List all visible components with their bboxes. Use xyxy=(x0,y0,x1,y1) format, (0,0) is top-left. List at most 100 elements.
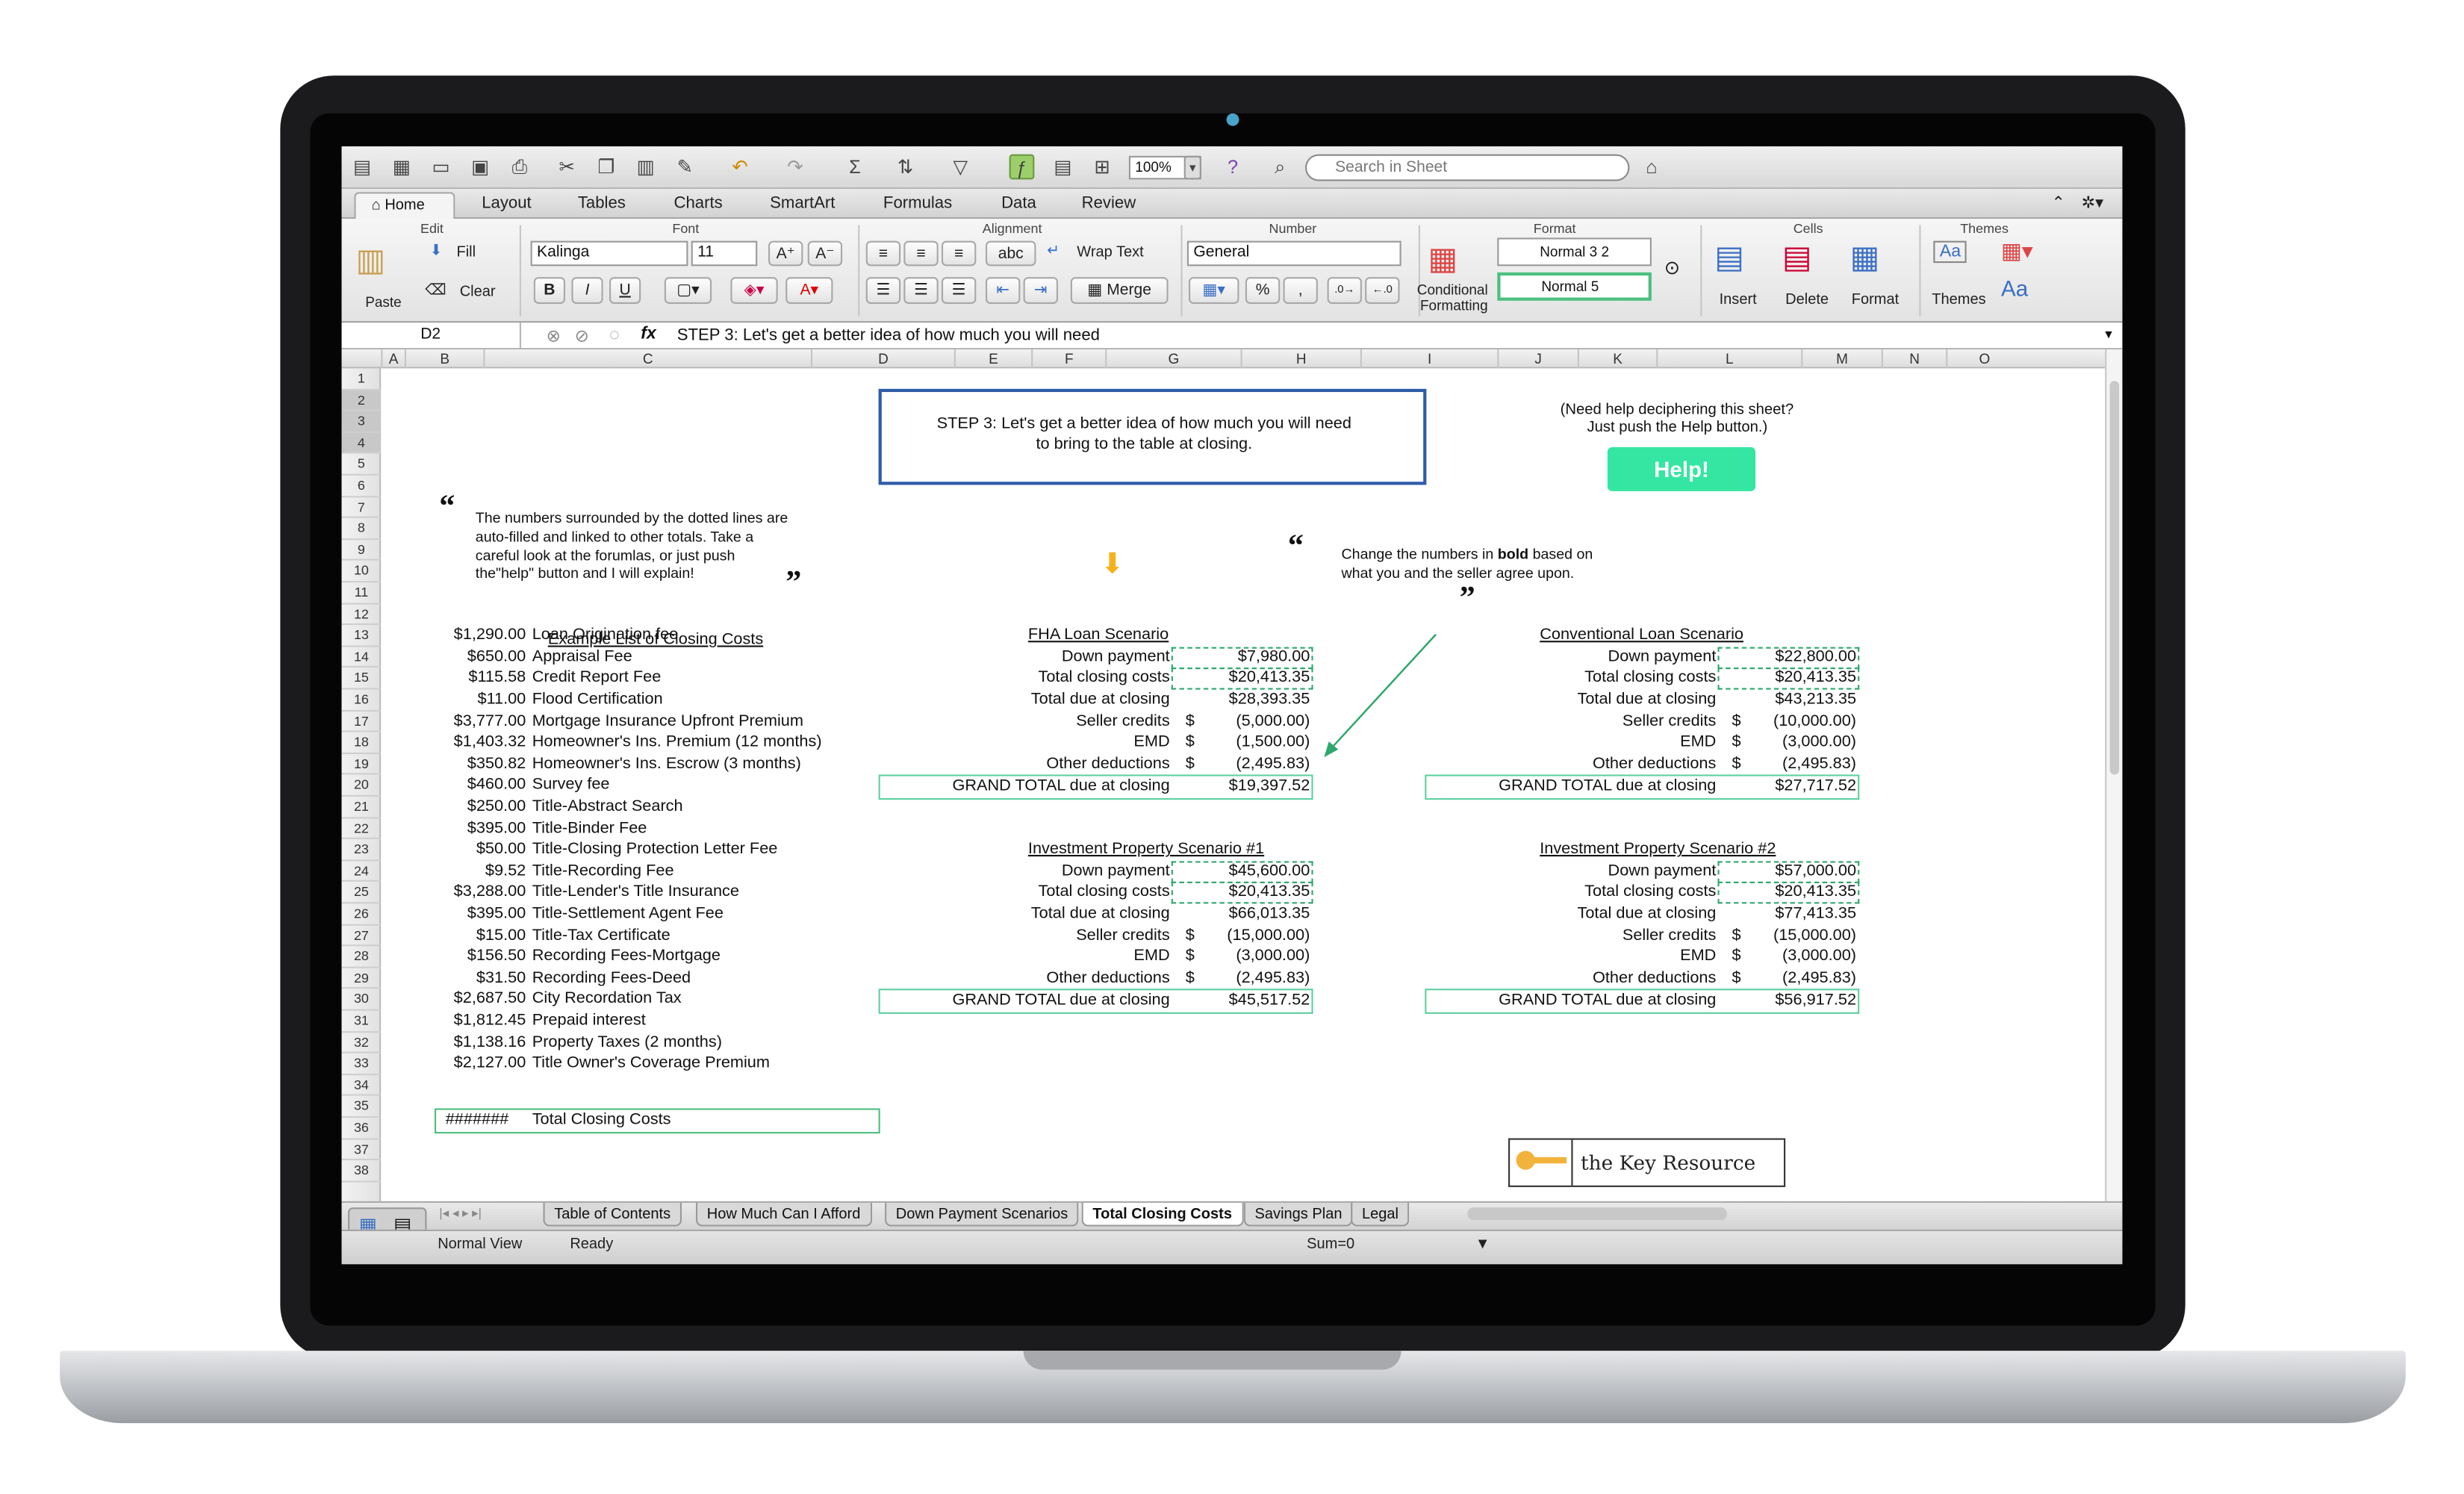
row-34[interactable]: 34 xyxy=(341,1075,382,1097)
row-7[interactable]: 7 xyxy=(341,497,382,519)
increase-indent-icon[interactable]: ⇥ xyxy=(1023,277,1058,304)
save-icon[interactable]: ▣ xyxy=(467,155,493,180)
tab-layout[interactable]: Layout xyxy=(482,193,531,212)
style-normal-5[interactable]: Normal 5 xyxy=(1497,272,1652,301)
row-23[interactable]: 23 xyxy=(341,839,382,861)
horizontal-scrollbar[interactable] xyxy=(1467,1207,1728,1221)
scenario-other-value[interactable]: (2,495.83) xyxy=(1175,969,1310,986)
sheet-tab[interactable]: How Much Can I Afford xyxy=(696,1202,872,1227)
zoom-dropdown-icon[interactable]: ▾ xyxy=(1183,155,1201,180)
column-E[interactable]: E xyxy=(953,349,1031,369)
styles-next-icon[interactable]: ⊙ xyxy=(1664,257,1680,279)
row-10[interactable]: 10 xyxy=(341,561,382,583)
orientation-button[interactable]: abc xyxy=(985,240,1036,267)
row-29[interactable]: 29 xyxy=(341,968,382,990)
linked-cell-down[interactable] xyxy=(1717,647,1860,669)
toolbox-icon[interactable]: ⊞ xyxy=(1089,155,1115,180)
conditional-formatting-line2[interactable]: Formatting xyxy=(1420,298,1488,314)
row-18[interactable]: 18 xyxy=(341,732,382,754)
insert-button[interactable]: Insert xyxy=(1720,291,1757,308)
row-21[interactable]: 21 xyxy=(341,797,382,818)
row-13[interactable]: 13 xyxy=(341,626,382,647)
column-I[interactable]: I xyxy=(1360,349,1497,369)
sort-icon[interactable]: ⇅ xyxy=(893,155,918,180)
scenario-seller-value[interactable]: (15,000.00) xyxy=(1721,927,1856,944)
row-30[interactable]: 30 xyxy=(341,989,382,1011)
decrease-indent-icon[interactable]: ⇤ xyxy=(985,277,1021,304)
row-19[interactable]: 19 xyxy=(341,754,382,776)
column-F[interactable]: F xyxy=(1031,349,1105,369)
fill-button[interactable]: Fill xyxy=(456,244,476,261)
column-O[interactable]: O xyxy=(1946,349,2021,369)
row-28[interactable]: 28 xyxy=(341,947,382,968)
format-cells-icon[interactable]: ▦ xyxy=(1850,237,1880,277)
scenario-seller-value[interactable]: (15,000.00) xyxy=(1175,927,1310,944)
search-input[interactable]: Search in Sheet xyxy=(1305,154,1630,181)
align-bottom-icon[interactable]: ≡ xyxy=(941,240,977,267)
percent-button[interactable]: % xyxy=(1245,277,1281,304)
row-6[interactable]: 6 xyxy=(341,476,382,497)
linked-cell-down[interactable] xyxy=(1717,860,1860,883)
scenario-seller-value[interactable]: (10,000.00) xyxy=(1721,712,1856,729)
ribbon-settings-icon[interactable]: ✲▾ xyxy=(2082,193,2104,212)
linked-cell-closing[interactable] xyxy=(1171,882,1313,905)
clear-icon[interactable]: ⌫ xyxy=(425,281,446,299)
undo-icon[interactable]: ↶ xyxy=(727,155,753,180)
bold-button[interactable]: B xyxy=(533,277,565,304)
tab-home[interactable]: ⌂ Home xyxy=(354,192,455,220)
gallery-icon[interactable]: ▤ xyxy=(1050,155,1075,180)
tab-data[interactable]: Data xyxy=(1001,193,1036,212)
new-document-icon[interactable]: ▤ xyxy=(349,155,375,180)
row-25[interactable]: 25 xyxy=(341,883,382,904)
linked-cell-closing[interactable] xyxy=(1717,667,1860,691)
font-color-icon[interactable]: A▾ xyxy=(785,277,833,304)
status-sum[interactable]: Sum=0 xyxy=(1307,1236,1354,1253)
search-options-icon[interactable]: ⌕ xyxy=(1267,155,1292,180)
row-3[interactable]: 3 xyxy=(341,411,382,433)
tab-review[interactable]: Review xyxy=(1082,193,1136,212)
sheet-tab[interactable]: Down Payment Scenarios xyxy=(885,1202,1080,1227)
collapse-ribbon-icon[interactable]: ⌃ xyxy=(2052,193,2066,212)
conditional-formatting-line1[interactable]: Conditional xyxy=(1417,281,1488,297)
align-center-icon[interactable]: ☰ xyxy=(903,277,939,304)
tab-smartart[interactable]: SmartArt xyxy=(770,193,835,212)
name-box[interactable]: D2 xyxy=(342,323,521,349)
scenario-other-value[interactable]: (2,495.83) xyxy=(1175,756,1310,773)
expand-formula-icon[interactable]: ▾ xyxy=(2105,326,2112,343)
row-1[interactable]: 1 xyxy=(341,368,382,390)
scroll-thumb[interactable] xyxy=(2109,381,2120,775)
insert-cells-icon[interactable]: ▤ xyxy=(1714,237,1744,277)
sheet-nav-icon[interactable]: |◂ ◂ ▸ ▸| xyxy=(439,1206,482,1220)
function-icon[interactable]: ƒ xyxy=(1009,154,1035,180)
column-B[interactable]: B xyxy=(404,349,483,369)
row-32[interactable]: 32 xyxy=(341,1032,382,1054)
number-format-field[interactable]: General xyxy=(1186,240,1401,267)
font-size-field[interactable]: 11 xyxy=(691,240,758,267)
row-33[interactable]: 33 xyxy=(341,1053,382,1075)
row-22[interactable]: 22 xyxy=(341,818,382,840)
scenario-emd-value[interactable]: (1,500.00) xyxy=(1175,734,1310,751)
scenario-emd-value[interactable]: (3,000.00) xyxy=(1721,734,1856,751)
formula-content[interactable]: STEP 3: Let's get a better idea of how m… xyxy=(677,323,1100,348)
row-31[interactable]: 31 xyxy=(341,1011,382,1033)
column-C[interactable]: C xyxy=(483,349,811,369)
row-38[interactable]: 38 xyxy=(341,1160,382,1183)
fill-color-icon[interactable]: ◈▾ xyxy=(730,277,778,304)
scenario-emd-value[interactable]: (3,000.00) xyxy=(1721,948,1856,965)
align-left-icon[interactable]: ☰ xyxy=(865,277,901,304)
column-J[interactable]: J xyxy=(1497,349,1578,369)
column-A[interactable]: A xyxy=(381,349,405,369)
row-4[interactable]: 4 xyxy=(341,432,382,455)
delete-cells-icon[interactable]: ▤ xyxy=(1782,237,1812,277)
row-16[interactable]: 16 xyxy=(341,690,382,712)
linked-cell-closing[interactable] xyxy=(1717,882,1860,905)
sum-fx-icon[interactable]: ◌ xyxy=(609,326,620,344)
row-2[interactable]: 2 xyxy=(341,390,382,411)
increase-font-icon[interactable]: A⁺ xyxy=(768,240,803,267)
help-icon[interactable]: ? xyxy=(1220,155,1245,180)
sheet-tab[interactable]: Savings Plan xyxy=(1243,1202,1354,1227)
column-M[interactable]: M xyxy=(1801,349,1882,369)
help-button[interactable]: Help! xyxy=(1607,446,1756,491)
linked-cell-down[interactable] xyxy=(1171,647,1313,669)
paste-button[interactable]: Paste xyxy=(365,294,402,310)
